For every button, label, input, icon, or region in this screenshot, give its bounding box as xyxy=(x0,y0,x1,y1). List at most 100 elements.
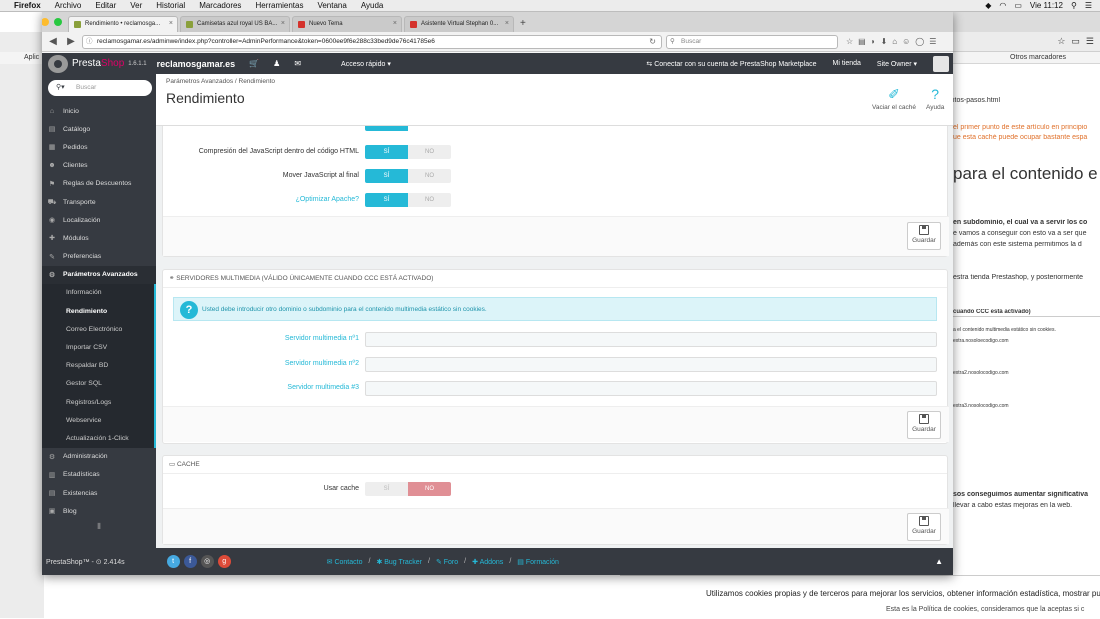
employee-menu[interactable]: Site Owner ▾ xyxy=(877,60,917,68)
switch-no[interactable]: NO xyxy=(408,169,451,183)
back-icon[interactable]: ◀ xyxy=(46,36,60,47)
menu-icon[interactable]: ☰ xyxy=(929,37,936,46)
sidebar-subitem-webservice[interactable]: Webservice xyxy=(42,411,154,430)
sidebar-item-estadisticas[interactable]: ▥ Estadísticas xyxy=(42,466,156,484)
avatar[interactable] xyxy=(933,55,949,72)
battery-icon[interactable]: ▭ xyxy=(1014,1,1022,10)
chat-icon[interactable]: ◯ xyxy=(915,37,924,46)
footer-link-formacion[interactable]: ▤ Formación xyxy=(517,558,559,566)
search-icon[interactable]: ⚲▾ xyxy=(56,80,65,96)
spotlight-icon[interactable]: ⚲ xyxy=(1071,1,1077,10)
sidebar-item-pedidos[interactable]: ▦ Pedidos xyxy=(42,138,156,156)
search-bar[interactable]: ⚲ Buscar xyxy=(666,34,838,49)
sidebar-subitem-respaldar-bd[interactable]: Respaldar BD xyxy=(42,356,154,375)
menu-editar[interactable]: Editar xyxy=(95,1,116,10)
hello-icon[interactable]: ☺ xyxy=(902,37,910,46)
tab-rendimiento[interactable]: Rendimiento • reclamosga... × xyxy=(68,16,178,32)
media-server-1-input[interactable] xyxy=(365,332,937,347)
menu-herramientas[interactable]: Herramientas xyxy=(255,1,303,10)
bg-menu-icon[interactable]: ☰ xyxy=(1086,36,1094,47)
menu-app-name[interactable]: Firefox xyxy=(14,1,41,10)
user-icon[interactable]: ♟ xyxy=(273,59,280,68)
switch-on-part[interactable] xyxy=(365,126,408,131)
sidebar-item-blog[interactable]: ▣ Blog xyxy=(42,502,156,520)
sidebar-subitem-gestor-sql[interactable]: Gestor SQL xyxy=(42,374,154,393)
footer-link-contacto[interactable]: ✉ Contacto xyxy=(327,558,363,566)
sidebar-item-existencias[interactable]: ▤ Existencias xyxy=(42,484,156,502)
minimize-window-icon[interactable] xyxy=(42,18,49,26)
dropbox-icon[interactable]: ◆ xyxy=(985,1,991,10)
wifi-icon[interactable]: ◠ xyxy=(999,1,1006,10)
clock[interactable]: Vie 11:12 xyxy=(1030,1,1063,10)
google-plus-icon[interactable]: g xyxy=(217,555,231,568)
scroll-top-icon[interactable]: ▲ xyxy=(935,557,943,566)
download-icon[interactable]: ⬇ xyxy=(881,37,888,46)
home-icon[interactable]: ⌂ xyxy=(892,37,897,46)
cart-icon[interactable]: 🛒 xyxy=(249,59,259,68)
footer-link-addons[interactable]: ✚ Addons xyxy=(472,558,503,566)
sidebar-subitem-rendimiento[interactable]: Rendimiento xyxy=(42,302,154,321)
sidebar-collapse-icon[interactable]: ⦀ xyxy=(42,522,156,532)
bg-bookmark-other[interactable]: Otros marcadores xyxy=(950,52,1100,64)
switch-yes[interactable]: SÍ xyxy=(365,145,408,159)
help-button[interactable]: ? Ayuda xyxy=(926,86,944,111)
save-button[interactable]: Guardar xyxy=(907,222,941,250)
switch-yes[interactable]: SÍ xyxy=(365,169,408,183)
switch-no[interactable]: NO xyxy=(408,145,451,159)
bookmark-star-icon[interactable]: ☆ xyxy=(846,37,853,46)
save-button[interactable]: Guardar xyxy=(907,513,941,541)
close-tab-icon[interactable]: × xyxy=(169,20,173,27)
bg-bookmark-apps[interactable]: Aplic xyxy=(0,52,44,64)
facebook-icon[interactable]: f xyxy=(183,555,197,568)
site-info-icon[interactable]: ⓘ xyxy=(86,36,93,48)
sidebar-item-descuentos[interactable]: ⚑ Reglas de Descuentos xyxy=(42,175,156,193)
sidebar-subitem-registros[interactable]: Registros/Logs xyxy=(42,393,154,412)
sidebar-subitem-correo[interactable]: Correo Electrónico xyxy=(42,320,154,339)
reading-list-icon[interactable]: ▤ xyxy=(858,37,866,46)
bg-star-icon[interactable]: ☆ xyxy=(1057,36,1065,47)
switch-yes[interactable]: SÍ xyxy=(365,193,408,207)
sidebar-item-administracion[interactable]: ⚙ Administración xyxy=(42,448,156,466)
pocket-icon[interactable]: ◗ xyxy=(871,37,876,46)
sidebar-item-catalogo[interactable]: ▤ Catálogo xyxy=(42,120,156,138)
footer-link-bugtracker[interactable]: ✱ Bug Tracker xyxy=(376,558,422,566)
my-shop-link[interactable]: Mi tienda xyxy=(833,60,861,67)
close-tab-icon[interactable]: × xyxy=(281,20,285,27)
quick-access-menu[interactable]: Acceso rápido ▾ xyxy=(341,60,391,68)
sidebar-item-preferencias[interactable]: ✎ Preferencias xyxy=(42,248,156,266)
sidebar-item-modulos[interactable]: ✚ Módulos xyxy=(42,229,156,247)
close-tab-icon[interactable]: × xyxy=(505,20,509,27)
menu-ayuda[interactable]: Ayuda xyxy=(361,1,384,10)
bg-reader-icon[interactable]: ▭ xyxy=(1071,36,1080,47)
menu-ventana[interactable]: Ventana xyxy=(317,1,346,10)
breadcrumb[interactable]: Parámetros Avanzados / Rendimiento xyxy=(166,78,275,85)
shop-name[interactable]: reclamosgamar.es xyxy=(157,59,236,69)
sidebar-item-transporte[interactable]: ⛟ Transporte xyxy=(42,193,156,211)
menu-ver[interactable]: Ver xyxy=(130,1,142,10)
sidebar-search-input[interactable]: ⚲▾ Buscar xyxy=(48,80,152,96)
forward-icon[interactable]: ▶ xyxy=(64,36,78,47)
js-inline-compress-switch[interactable]: SÍ NO xyxy=(365,145,451,159)
new-tab-icon[interactable]: + xyxy=(516,16,530,32)
mail-icon[interactable]: ✉ xyxy=(294,59,301,68)
tab-camisetas[interactable]: Camisetas azul royal US BA... × xyxy=(180,16,290,32)
brand-name[interactable]: PrestaShop xyxy=(72,58,124,69)
move-js-switch[interactable]: SÍ NO xyxy=(365,169,451,183)
sidebar-item-localizacion[interactable]: ◉ Localización xyxy=(42,211,156,229)
use-cache-switch[interactable]: SÍ NO xyxy=(365,482,451,496)
media-server-1-label[interactable]: Servidor multimedia nº1 xyxy=(163,332,359,346)
menu-archivo[interactable]: Archivo xyxy=(55,1,82,10)
sidebar-item-clientes[interactable]: ☻ Clientes xyxy=(42,157,156,175)
prestashop-logo-icon[interactable] xyxy=(48,54,68,73)
notification-icon[interactable]: ☰ xyxy=(1085,1,1092,10)
sidebar-subitem-actualizacion[interactable]: Actualización 1-Click xyxy=(42,429,154,448)
media-server-3-label[interactable]: Servidor multimedia #3 xyxy=(163,381,359,395)
menu-historial[interactable]: Historial xyxy=(156,1,185,10)
tab-asistente[interactable]: Asistente Virtual Stephan 0... × xyxy=(404,16,514,32)
optimize-apache-label[interactable]: ¿Optimizar Apache? xyxy=(163,193,359,207)
close-tab-icon[interactable]: × xyxy=(393,20,397,27)
tab-nuevo-tema[interactable]: Nuevo Tema × xyxy=(292,16,402,32)
media-server-2-input[interactable] xyxy=(365,357,937,372)
sidebar-subitem-importar-csv[interactable]: Importar CSV xyxy=(42,338,154,357)
media-server-2-label[interactable]: Servidor multimedia nº2 xyxy=(163,357,359,371)
